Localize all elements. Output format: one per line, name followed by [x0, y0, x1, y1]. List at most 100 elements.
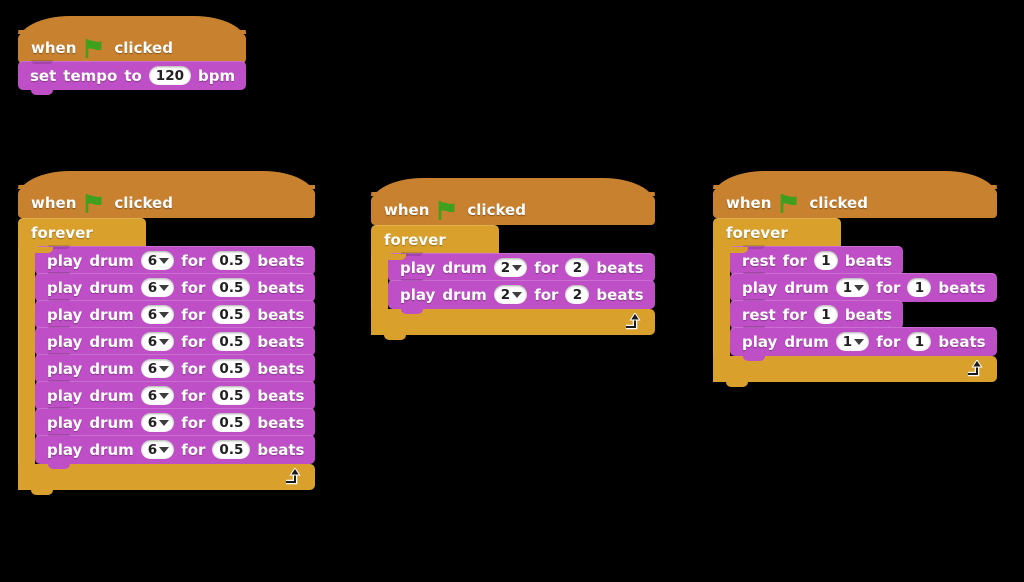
beats-input[interactable]: 0.5: [212, 440, 251, 459]
beats-input[interactable]: 2: [565, 285, 590, 304]
block-word-beats: beats: [257, 386, 305, 405]
tempo-value-input[interactable]: 120: [148, 66, 191, 85]
when-flag-clicked-hat-block[interactable]: when clicked: [371, 178, 655, 230]
drum-select[interactable]: 6: [140, 440, 175, 459]
dropdown-value: 6: [147, 441, 158, 458]
block-word-beats: beats: [257, 359, 305, 378]
block-word-for: for: [181, 413, 206, 432]
block-word-beats: beats: [844, 305, 893, 324]
hat-label-when: when: [31, 39, 77, 57]
block-word-for: for: [181, 440, 206, 459]
beats-input[interactable]: 0.5: [212, 386, 251, 405]
drum-select[interactable]: 6: [140, 413, 175, 432]
hat-label-when: when: [384, 201, 430, 219]
drum-select[interactable]: 6: [140, 386, 175, 405]
drum-select[interactable]: 6: [140, 359, 175, 378]
drum-select[interactable]: 1: [835, 278, 870, 297]
block-word-beats: beats: [596, 258, 644, 277]
beats-input[interactable]: 1: [907, 332, 932, 351]
block-word-drum: drum: [89, 305, 134, 324]
dropdown-value: 6: [147, 414, 158, 431]
script-script-drum-6[interactable]: when clicked forever play drum 6 for 0.5 beats pl…: [18, 171, 316, 495]
forever-inner-stack: rest for 1 beats play drum 1 for 1 beats rest for 1 b…: [730, 245, 997, 361]
block-word-for: for: [782, 305, 807, 324]
play-drum-block[interactable]: play drum 6 for 0.5 beats: [35, 245, 316, 280]
play-drum-block[interactable]: play drum 6 for 0.5 beats: [35, 326, 316, 361]
dropdown-value: 6: [147, 387, 158, 404]
play-drum-block[interactable]: play drum 6 for 0.5 beats: [35, 299, 316, 334]
block-notch: [31, 247, 53, 253]
beats-input[interactable]: 0.5: [212, 413, 251, 432]
forever-header[interactable]: forever: [371, 225, 499, 260]
beats-input[interactable]: 0.5: [212, 332, 251, 351]
rest-for-beats-block[interactable]: rest for 1 beats: [730, 245, 904, 280]
block-notch: [31, 489, 53, 495]
chevron-down-icon: [159, 312, 170, 318]
play-drum-block[interactable]: play drum 6 for 0.5 beats: [35, 434, 316, 469]
beats-input[interactable]: 1: [907, 278, 932, 297]
drum-select[interactable]: 6: [140, 278, 175, 297]
forever-loop-block[interactable]: forever rest for 1 beats play drum 1 for 1 beats re…: [713, 218, 997, 387]
drum-select[interactable]: 1: [835, 332, 870, 351]
forever-header[interactable]: forever: [713, 218, 841, 253]
block-word-beats: beats: [596, 285, 644, 304]
play-drum-block[interactable]: play drum 2 for 2 beats: [388, 279, 655, 314]
script-script-drum-1-rest[interactable]: when clicked forever rest for 1 beats play drum 1…: [713, 171, 997, 387]
beats-input[interactable]: 0.5: [212, 251, 251, 270]
forever-label: forever: [384, 231, 446, 249]
beats-input[interactable]: 2: [565, 258, 590, 277]
drum-select[interactable]: 2: [493, 285, 528, 304]
block-word-drum: drum: [89, 332, 134, 351]
beats-input[interactable]: 0.5: [212, 359, 251, 378]
block-word-tempo: tempo: [63, 66, 118, 85]
drum-select[interactable]: 2: [493, 258, 528, 277]
play-drum-block[interactable]: play drum 2 for 2 beats: [388, 252, 655, 287]
block-notch: [48, 274, 70, 280]
block-word-play: play: [47, 251, 83, 270]
hat-label-clicked: clicked: [467, 201, 526, 219]
block-word-drum: drum: [89, 440, 134, 459]
chevron-down-icon: [854, 285, 865, 291]
set-tempo-block[interactable]: set tempo to 120 bpm: [18, 60, 247, 95]
when-flag-clicked-hat-block[interactable]: when clicked: [18, 16, 247, 68]
forever-label: forever: [31, 224, 93, 242]
play-drum-block[interactable]: play drum 1 for 1 beats: [730, 326, 997, 361]
play-drum-block[interactable]: play drum 6 for 0.5 beats: [35, 272, 316, 307]
forever-left-arm: [18, 248, 35, 464]
drum-select[interactable]: 6: [140, 251, 175, 270]
block-notch: [726, 247, 748, 253]
green-flag-icon: [84, 38, 106, 58]
play-drum-block[interactable]: play drum 6 for 0.5 beats: [35, 407, 316, 442]
block-notch: [384, 334, 406, 340]
dropdown-value: 1: [842, 333, 853, 350]
beats-input[interactable]: 1: [813, 251, 838, 270]
chevron-down-icon: [159, 420, 170, 426]
block-word-play: play: [47, 440, 83, 459]
block-word-drum: drum: [442, 285, 487, 304]
block-notch: [743, 274, 765, 280]
when-flag-clicked-hat-block[interactable]: when clicked: [18, 171, 316, 223]
block-word-play: play: [47, 278, 83, 297]
block-word-play: play: [47, 413, 83, 432]
dropdown-value: 6: [147, 252, 158, 269]
block-word-drum: drum: [89, 251, 134, 270]
block-notch: [48, 355, 70, 361]
block-word-play: play: [400, 285, 436, 304]
play-drum-block[interactable]: play drum 6 for 0.5 beats: [35, 380, 316, 415]
forever-header[interactable]: forever: [18, 218, 146, 253]
loop-arrow-icon: [625, 312, 643, 330]
when-flag-clicked-hat-block[interactable]: when clicked: [713, 171, 997, 223]
block-notch: [48, 301, 70, 307]
beats-input[interactable]: 0.5: [212, 305, 251, 324]
script-script-tempo[interactable]: when clicked set tempo to 120 bpm: [18, 16, 247, 95]
play-drum-block[interactable]: play drum 6 for 0.5 beats: [35, 353, 316, 388]
forever-loop-block[interactable]: forever play drum 6 for 0.5 beats play drum 6 for 0…: [18, 218, 316, 495]
drum-select[interactable]: 6: [140, 305, 175, 324]
beats-input[interactable]: 1: [813, 305, 838, 324]
play-drum-block[interactable]: play drum 1 for 1 beats: [730, 272, 997, 307]
beats-input[interactable]: 0.5: [212, 278, 251, 297]
script-script-drum-2[interactable]: when clicked forever play drum 2 for 2 beats play…: [371, 178, 655, 340]
forever-loop-block[interactable]: forever play drum 2 for 2 beats play drum 2 for 2 be…: [371, 225, 655, 340]
forever-inner-stack: play drum 6 for 0.5 beats play drum 6 for 0.5 beats…: [35, 245, 316, 469]
drum-select[interactable]: 6: [140, 332, 175, 351]
